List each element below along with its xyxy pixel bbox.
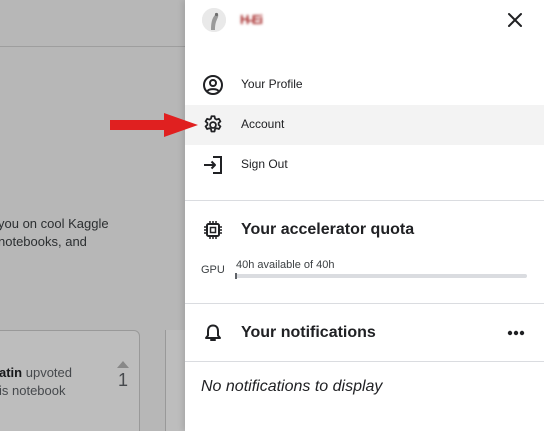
notifications-empty-text: No notifications to display [201,378,383,395]
more-horizontal-icon [507,330,525,336]
modal-overlay[interactable] [0,0,185,431]
annotation-arrow-icon [110,113,198,137]
gpu-quota-text: 40h available of 40h [236,259,335,271]
avatar-image [202,8,226,32]
gear-icon [204,115,222,133]
avatar[interactable] [202,8,226,32]
notifications-more-button[interactable] [505,324,527,342]
username: H-Ei [240,12,263,27]
account-menu: Your Profile Account Sign Out [185,65,544,185]
background-page: you on cool Kaggle notebooks, and atin u… [0,0,185,431]
gpu-quota-marker [235,273,237,279]
chip-icon [204,221,222,239]
gpu-quota-bar [235,274,527,278]
divider [185,200,544,201]
drawer-header: H-Ei [185,0,544,40]
menu-item-label: Sign Out [241,157,288,171]
divider [185,303,544,304]
menu-item-sign-out[interactable]: Sign Out [185,145,544,185]
gpu-label: GPU [201,264,225,276]
notifications-title: Your notifications [241,324,376,341]
user-menu-drawer: H-Ei Your Profile Account Sign Out Your … [185,0,544,431]
menu-item-label: Your Profile [241,77,303,91]
menu-item-account[interactable]: Account [185,105,544,145]
sign-out-icon [204,156,222,174]
divider [185,361,544,362]
close-icon [508,13,522,27]
close-button[interactable] [503,8,527,32]
user-circle-icon [203,75,223,95]
menu-item-label: Account [241,117,285,131]
menu-item-your-profile[interactable]: Your Profile [185,65,544,105]
accelerator-quota-title: Your accelerator quota [241,221,415,238]
bell-icon [205,324,221,341]
